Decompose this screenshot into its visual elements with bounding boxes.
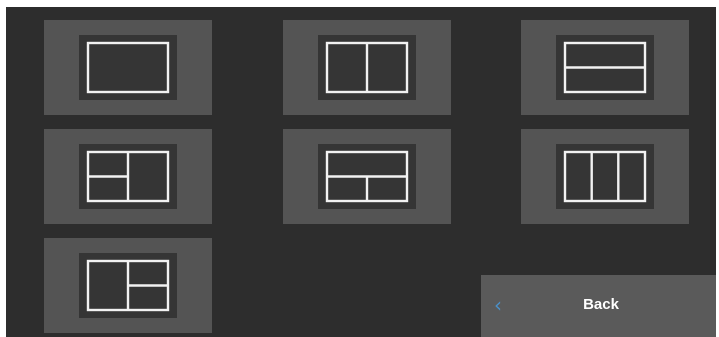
layout-preview-frame [318,144,416,209]
layout-option-left-single-right-stacked[interactable] [44,238,212,333]
layout-three-columns-icon [563,150,647,203]
layout-option-single[interactable] [44,20,212,115]
layout-preview-frame [79,144,177,209]
back-button-label: Back [583,296,619,313]
layout-single-icon [86,41,170,94]
layout-split-horizontal-icon [563,41,647,94]
layout-preview-frame [556,144,654,209]
layout-top-single-bottom-split-icon [325,150,409,203]
layout-left-stacked-right-single-icon [86,150,170,203]
layout-left-single-right-stacked-icon [86,259,170,312]
layout-split-vertical-icon [325,41,409,94]
layout-option-left-stacked-right-single[interactable] [44,129,212,224]
layout-option-three-columns[interactable] [521,129,689,224]
layout-preview-frame [79,35,177,100]
layout-selection-screen: ‹ Back [6,7,716,337]
layout-preview-frame [556,35,654,100]
back-button[interactable]: ‹ Back [481,275,716,337]
layout-preview-frame [79,253,177,318]
layout-option-split-horizontal[interactable] [521,20,689,115]
layout-preview-frame [318,35,416,100]
layout-option-split-vertical[interactable] [283,20,451,115]
layout-option-top-single-bottom-split[interactable] [283,129,451,224]
